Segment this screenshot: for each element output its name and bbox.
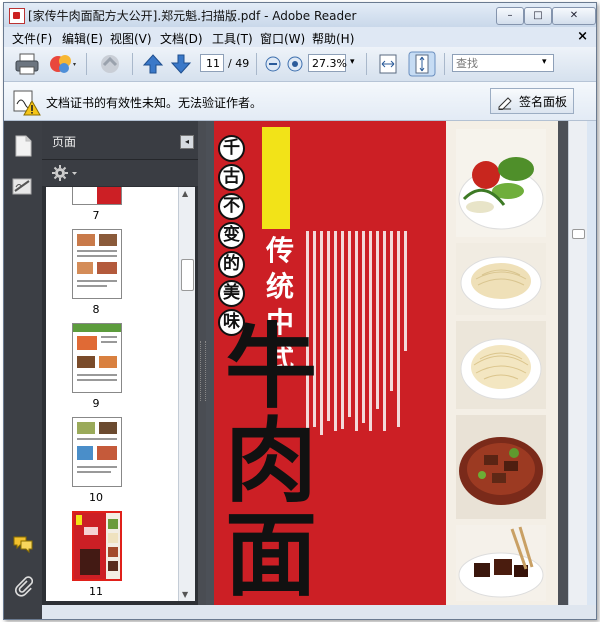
status-strip [42, 605, 596, 619]
thumbnail-page-9[interactable] [72, 323, 122, 393]
page-thumbnails-panel: 页面 ◂ 7 8 9 10 11 ▲ ▼ [42, 121, 198, 605]
pages-icon[interactable] [13, 135, 33, 157]
thumbnail-list[interactable]: 7 8 9 10 11 [46, 187, 178, 601]
toolbar-separator [366, 53, 367, 75]
panel-title: 页面 [52, 135, 77, 149]
print-icon[interactable] [14, 52, 40, 76]
beef-noodle-bowl-photo [456, 415, 546, 519]
adobe-reader-window: [家传牛肉面配方大公开].郑元魁.扫描版.pdf - Adobe Reader … [3, 2, 597, 620]
menu-window[interactable]: 窗口(W) [260, 30, 305, 47]
signature-pen-icon [498, 97, 512, 110]
signature-warning-icon [13, 90, 41, 116]
title-character: 美 [218, 280, 245, 307]
noodles-photo-2 [456, 321, 546, 409]
menu-document[interactable]: 文档(D) [160, 30, 203, 47]
thumbnail-page-number: 9 [92, 397, 100, 410]
menu-bar: 文件(F) 编辑(E) 视图(V) 文档(D) 工具(T) 窗口(W) 帮助(H… [4, 27, 596, 47]
restore-button[interactable]: □ [524, 7, 552, 25]
signature-panel-label: 签名面板 [519, 95, 568, 109]
search-dropdown-icon[interactable]: ▾ [542, 57, 547, 67]
zoom-out-icon[interactable] [264, 55, 282, 73]
fit-width-icon[interactable] [376, 53, 400, 75]
certificate-info-bar: 文档证书的有效性未知。无法验证作者。 签名面板 [4, 82, 596, 121]
panel-header: 页面 ◂ [42, 121, 198, 159]
toolbar-separator [86, 53, 87, 75]
adobe-reader-app-icon [9, 8, 25, 24]
vegetables-photo [456, 129, 546, 237]
zoom-dropdown-icon[interactable]: ▾ [350, 57, 355, 67]
share-icon[interactable] [96, 52, 124, 76]
attachments-icon[interactable] [13, 575, 33, 597]
title-character: 不 [218, 193, 245, 220]
document-scrollbar[interactable] [568, 121, 587, 605]
title-bar: [家传牛肉面配方大公开].郑元魁.扫描版.pdf - Adobe Reader … [4, 3, 596, 27]
thumbnail-page-number: 11 [89, 585, 103, 598]
thumbnail-page-number: 10 [89, 491, 103, 504]
thumbnail-scrollbar[interactable]: ▲ ▼ [178, 187, 195, 601]
menu-view[interactable]: 视图(V) [110, 30, 152, 47]
document-scroll-thumb[interactable] [572, 229, 585, 239]
calligraphy-character: 牛 [224, 313, 317, 421]
scroll-down-icon[interactable]: ▼ [182, 590, 188, 599]
signature-panel-button[interactable]: 签名面板 [490, 88, 574, 114]
fit-page-icon[interactable] [408, 51, 436, 77]
toolbar-separator [132, 53, 133, 75]
thumbnail-scroll-thumb[interactable] [181, 259, 194, 291]
window-title: [家传牛肉面配方大公开].郑元魁.扫描版.pdf - Adobe Reader [28, 9, 357, 23]
toolbar-separator [444, 53, 445, 75]
left-navigation-rail [4, 121, 42, 619]
menu-tools[interactable]: 工具(T) [212, 30, 253, 47]
title-character: 古 [218, 164, 245, 191]
comments-icon[interactable] [12, 535, 34, 555]
thumbnail-page-7[interactable] [72, 187, 122, 205]
gear-options-icon[interactable] [52, 164, 78, 182]
calligraphy-character: 肉 [224, 407, 317, 515]
menu-edit[interactable]: 编辑(E) [62, 30, 103, 47]
toolbar-separator [256, 53, 257, 75]
previous-page-icon[interactable] [142, 53, 164, 75]
thumbnail-page-8[interactable] [72, 229, 122, 299]
close-button[interactable]: ✕ [552, 7, 596, 25]
document-close-icon[interactable]: × [577, 29, 588, 44]
title-character: 变 [218, 222, 245, 249]
signatures-icon[interactable] [12, 177, 34, 197]
menu-file[interactable]: 文件(F) [12, 30, 52, 47]
zoom-in-icon[interactable] [286, 55, 304, 73]
document-view[interactable]: 千 古 不 变 的 美 味 传 统 中 式 牛 肉 面 [206, 121, 568, 605]
minimize-button[interactable]: – [496, 7, 524, 25]
yellow-accent-bar [262, 127, 290, 229]
page-total-label: / 49 [228, 57, 250, 70]
title-character: 千 [218, 135, 245, 162]
panel-options-bar [42, 159, 198, 186]
zoom-level-input[interactable]: 27.3% [308, 54, 347, 72]
collapse-panel-button[interactable]: ◂ [180, 135, 194, 149]
scroll-up-icon[interactable]: ▲ [182, 189, 188, 198]
thumbnail-page-number: 7 [92, 209, 100, 222]
noodles-photo-1 [456, 243, 546, 315]
thumbnail-page-11-selected[interactable] [72, 511, 122, 581]
page-number-input[interactable]: 11 [200, 54, 224, 72]
thumbnail-page-number: 8 [92, 303, 100, 316]
collaborate-icon[interactable] [48, 52, 78, 76]
search-input[interactable]: 查找 [452, 54, 554, 72]
menu-help[interactable]: 帮助(H) [312, 30, 354, 47]
heading-character: 传 [265, 234, 294, 267]
panel-splitter[interactable] [198, 121, 206, 619]
thumbnail-page-10[interactable] [72, 417, 122, 487]
calligraphy-character: 面 [224, 501, 317, 605]
next-page-icon[interactable] [170, 53, 192, 75]
braised-beef-photo [456, 525, 546, 601]
certificate-warning-text: 文档证书的有效性未知。无法验证作者。 [46, 96, 263, 110]
title-character: 的 [218, 251, 245, 278]
heading-character: 统 [265, 270, 294, 303]
toolbar: 11 / 49 27.3% ▾ 查找 ▾ [4, 47, 596, 82]
document-page: 千 古 不 变 的 美 味 传 统 中 式 牛 肉 面 [214, 121, 558, 605]
